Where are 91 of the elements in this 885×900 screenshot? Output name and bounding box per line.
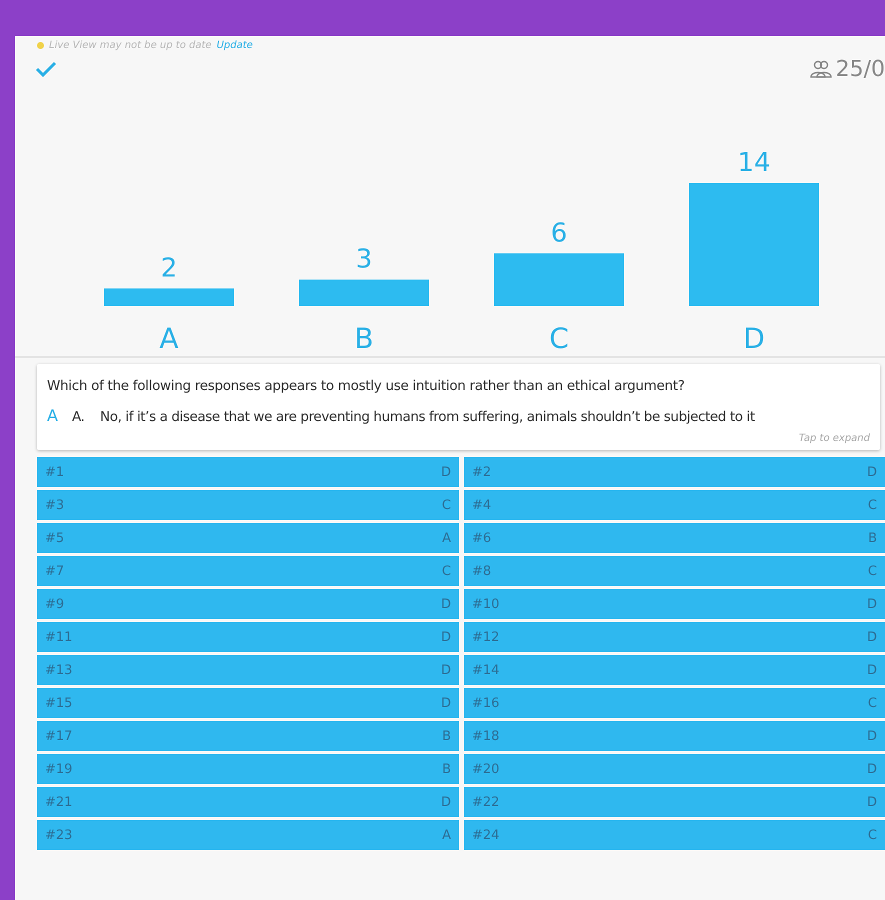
category-label: C bbox=[549, 322, 569, 355]
response-row[interactable]: #10 D bbox=[464, 589, 885, 619]
response-answer: C bbox=[868, 696, 877, 710]
bar-value-label: 3 bbox=[356, 244, 372, 275]
response-answer: D bbox=[866, 728, 877, 744]
response-row[interactable]: #14 D bbox=[464, 655, 885, 685]
bar-value-label: 2 bbox=[160, 253, 178, 284]
response-row[interactable]: #1 D bbox=[37, 457, 459, 487]
response-row[interactable]: #13 D bbox=[37, 655, 459, 685]
category-label: D bbox=[743, 322, 765, 355]
category-label: B bbox=[354, 322, 374, 355]
response-number: #20 bbox=[472, 762, 500, 776]
response-answer: D bbox=[440, 630, 451, 644]
bar-value-label: 6 bbox=[550, 218, 568, 248]
response-answer: D bbox=[866, 794, 877, 810]
response-answer: A bbox=[442, 530, 451, 546]
response-answer: D bbox=[866, 662, 877, 678]
answer-text: A. No, if it’s a disease that we are preventing humans from suffering, animals shouldn’t be subjected to it bbox=[72, 409, 755, 425]
response-row[interactable]: #19 B bbox=[37, 754, 459, 784]
response-row[interactable]: #7 C bbox=[37, 556, 459, 586]
expand-hint: Tap to expand bbox=[798, 433, 870, 444]
response-answer: A bbox=[442, 828, 451, 842]
response-row[interactable]: #6 B bbox=[464, 523, 885, 553]
response-number: #21 bbox=[45, 794, 72, 810]
response-number: #22 bbox=[472, 794, 500, 810]
response-answer: D bbox=[866, 464, 877, 480]
response-number: #8 bbox=[472, 564, 492, 578]
response-number: #5 bbox=[45, 530, 64, 546]
response-answer: C bbox=[868, 564, 877, 578]
response-row[interactable]: #2 D bbox=[464, 457, 885, 487]
response-number: #15 bbox=[45, 696, 72, 710]
response-number: #16 bbox=[472, 696, 500, 710]
participant-count: 25/0 bbox=[836, 56, 885, 82]
checkmark-icon bbox=[35, 60, 57, 78]
response-answer: D bbox=[440, 662, 451, 678]
warning-dot-icon bbox=[37, 42, 44, 48]
response-row[interactable]: #16 C bbox=[464, 688, 885, 718]
response-answer: C bbox=[442, 564, 451, 578]
question-text: Which of the following responses appears to mostly use intuition rather than an ethical argument? bbox=[47, 378, 686, 394]
response-row[interactable]: #12 D bbox=[464, 622, 885, 652]
response-answer: C bbox=[868, 828, 877, 842]
status-message: Live View may not be up to date bbox=[49, 40, 212, 50]
answer-letter: A bbox=[47, 406, 58, 425]
category-label: A bbox=[159, 322, 179, 355]
response-number: #6 bbox=[472, 530, 492, 546]
response-row[interactable]: #15 D bbox=[37, 688, 459, 718]
response-number: #11 bbox=[45, 630, 72, 644]
update-link[interactable]: Update bbox=[216, 40, 253, 50]
response-row[interactable]: #24 C bbox=[464, 820, 885, 850]
response-answer: D bbox=[866, 630, 877, 644]
response-answer: C bbox=[868, 498, 877, 512]
response-number: #7 bbox=[45, 564, 64, 578]
response-number: #24 bbox=[472, 828, 500, 842]
response-answer: D bbox=[866, 762, 877, 776]
response-number: #1 bbox=[45, 464, 64, 480]
response-row[interactable]: #4 C bbox=[464, 490, 885, 520]
response-number: #17 bbox=[45, 728, 72, 744]
response-answer: D bbox=[440, 596, 451, 612]
response-row[interactable]: #22 D bbox=[464, 787, 885, 817]
response-number: #14 bbox=[472, 662, 500, 678]
response-row[interactable]: #18 D bbox=[464, 721, 885, 751]
response-answer: C bbox=[442, 498, 451, 512]
response-row[interactable]: #21 D bbox=[37, 787, 459, 817]
response-answer: D bbox=[440, 464, 451, 480]
response-answer: D bbox=[440, 696, 451, 710]
response-number: #3 bbox=[45, 498, 64, 512]
response-row[interactable]: #5 A bbox=[37, 523, 459, 553]
bar-value-label: 14 bbox=[737, 148, 771, 178]
response-number: #18 bbox=[472, 728, 500, 744]
response-number: #2 bbox=[472, 464, 492, 480]
response-answer: D bbox=[866, 596, 877, 612]
response-answer: D bbox=[440, 794, 451, 810]
response-row[interactable]: #8 C bbox=[464, 556, 885, 586]
response-row[interactable]: #17 B bbox=[37, 721, 459, 751]
response-row[interactable]: #3 C bbox=[37, 490, 459, 520]
response-row[interactable]: #23 A bbox=[37, 820, 459, 850]
response-number: #4 bbox=[472, 498, 492, 512]
response-answer: B bbox=[442, 728, 451, 744]
response-row[interactable]: #9 D bbox=[37, 589, 459, 619]
response-number: #23 bbox=[45, 828, 72, 842]
response-row[interactable]: #20 D bbox=[464, 754, 885, 784]
response-number: #13 bbox=[45, 662, 72, 678]
response-number: #12 bbox=[472, 630, 500, 644]
people-icon bbox=[810, 59, 832, 79]
response-answer: B bbox=[442, 762, 451, 776]
response-answer: B bbox=[868, 530, 877, 546]
response-number: #19 bbox=[45, 762, 72, 776]
question-card[interactable] bbox=[37, 364, 880, 450]
response-row[interactable]: #11 D bbox=[37, 622, 459, 652]
response-number: #10 bbox=[472, 596, 500, 612]
response-number: #9 bbox=[45, 596, 64, 612]
